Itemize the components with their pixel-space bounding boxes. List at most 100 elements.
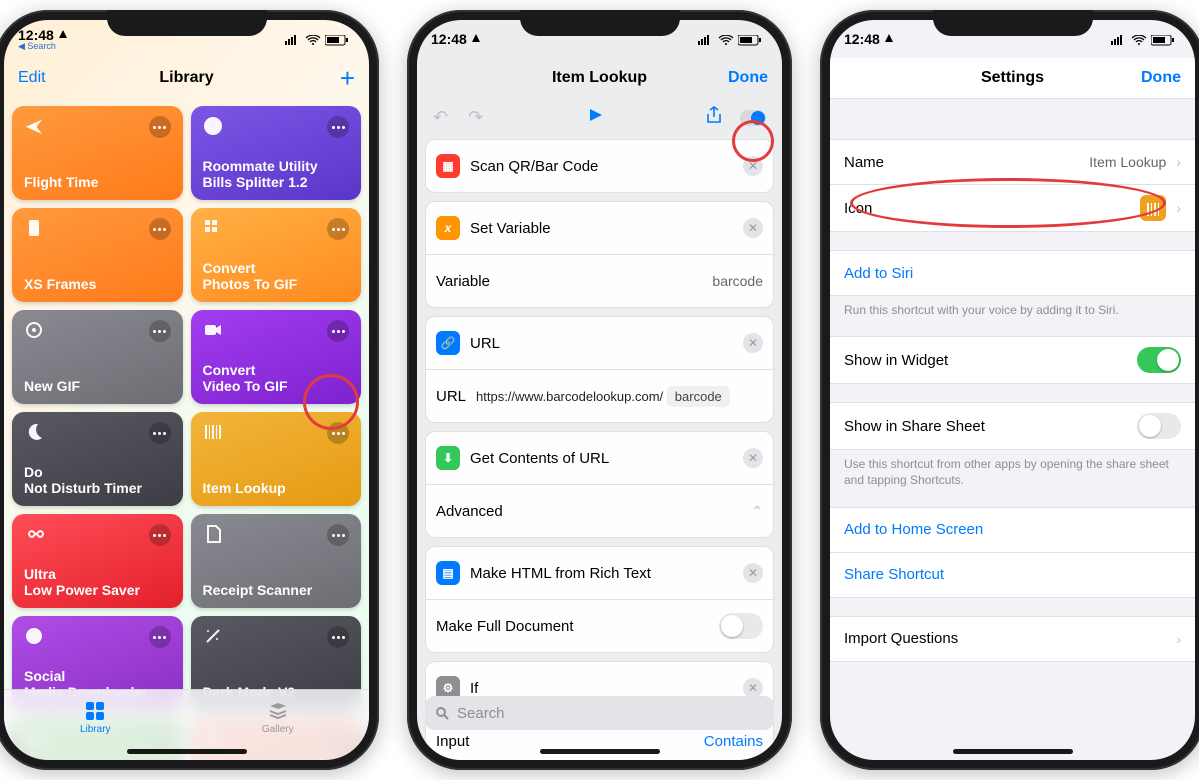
row-value: Item Lookup — [1089, 154, 1166, 170]
row-label: Show in Share Sheet — [844, 418, 1127, 435]
phone-icon — [24, 218, 44, 238]
search-placeholder: Search — [457, 705, 505, 722]
tile-label: Item Lookup — [203, 480, 350, 496]
doc-icon — [203, 524, 223, 544]
done-button[interactable]: Done — [1141, 69, 1181, 87]
dollar-icon — [203, 116, 223, 136]
advanced-row[interactable]: Advanced — [436, 503, 741, 520]
variable-pill[interactable]: barcode — [667, 386, 730, 407]
delete-action-button[interactable]: ✕ — [743, 333, 763, 353]
tile-options-button[interactable] — [327, 524, 349, 546]
grid-icon — [203, 218, 223, 238]
delete-action-button[interactable]: ✕ — [743, 218, 763, 238]
action-list: ▦ Scan QR/Bar Code ✕ x Set Variable ✕ Va… — [417, 139, 782, 760]
tile-label: Flight Time — [24, 174, 171, 190]
add-to-siri-row[interactable]: Add to Siri — [830, 251, 1195, 295]
group-import: Import Questions › — [830, 616, 1195, 662]
shortcut-tile[interactable]: Ultra Low Power Saver — [12, 514, 183, 608]
tile-options-button[interactable] — [149, 626, 171, 648]
action-make-html[interactable]: ▤ Make HTML from Rich Text ✕ Make Full D… — [425, 546, 774, 653]
action-url[interactable]: 🔗 URL ✕ URL https://www.barcodelookup.co… — [425, 316, 774, 423]
action-set-variable[interactable]: x Set Variable ✕ Variable barcode — [425, 201, 774, 308]
chevron-right-icon: › — [1176, 631, 1181, 647]
video-icon — [203, 320, 223, 340]
group-footer: Use this shortcut from other apps by ope… — [830, 450, 1195, 488]
edit-button[interactable]: Edit — [18, 69, 46, 87]
delete-action-button[interactable]: ✕ — [743, 156, 763, 176]
icon-row[interactable]: Icon › — [830, 184, 1195, 231]
tile-options-button[interactable] — [149, 116, 171, 138]
row-label: Icon — [844, 200, 1130, 217]
navbar: Item Lookup Done — [417, 58, 782, 98]
breadcrumb-back[interactable]: ◀ Search — [18, 42, 68, 51]
moon-icon — [24, 422, 44, 442]
redo-button[interactable]: ↷ — [468, 107, 483, 128]
tile-options-button[interactable] — [149, 524, 171, 546]
url-value[interactable]: https://www.barcodelookup.com/ barcode — [476, 389, 763, 404]
action-title: If — [470, 680, 733, 697]
infinity-icon — [24, 524, 44, 544]
widget-toggle[interactable] — [1137, 347, 1181, 373]
barcode-icon — [203, 422, 223, 442]
tile-options-button[interactable] — [149, 422, 171, 444]
done-button[interactable]: Done — [728, 69, 768, 87]
row-label: Name — [844, 154, 1079, 171]
add-to-homescreen-row[interactable]: Add to Home Screen — [830, 508, 1195, 552]
shortcut-tile[interactable]: Flight Time — [12, 106, 183, 200]
delete-action-button[interactable]: ✕ — [743, 678, 763, 698]
tile-options-button[interactable] — [149, 320, 171, 342]
tile-options-button[interactable] — [327, 116, 349, 138]
add-button[interactable]: + — [340, 65, 355, 91]
shortcut-tile[interactable]: New GIF — [12, 310, 183, 404]
shortcut-tile[interactable]: Convert Photos To GIF — [191, 208, 362, 302]
shortcut-tile[interactable]: XS Frames — [12, 208, 183, 302]
row-label: Show in Widget — [844, 352, 1127, 369]
action-scan-qr[interactable]: ▦ Scan QR/Bar Code ✕ — [425, 139, 774, 193]
group-sharesheet: Show in Share Sheet — [830, 402, 1195, 450]
field-label: Make Full Document — [436, 618, 709, 635]
shortcut-tile[interactable]: Convert Video To GIF — [191, 310, 362, 404]
row-label: Share Shortcut — [844, 566, 944, 583]
tile-label: Do Not Disturb Timer — [24, 464, 171, 496]
navbar: Edit Library + — [4, 58, 369, 98]
sharesheet-toggle[interactable] — [1137, 413, 1181, 439]
tile-options-button[interactable] — [149, 218, 171, 240]
qr-icon: ▦ — [436, 154, 460, 178]
import-questions-row[interactable]: Import Questions › — [830, 617, 1195, 661]
tile-options-button[interactable] — [327, 626, 349, 648]
shortcut-tile[interactable]: Receipt Scanner — [191, 514, 362, 608]
name-row[interactable]: Name Item Lookup › — [830, 140, 1195, 184]
chevron-right-icon: › — [1176, 154, 1181, 170]
field-value[interactable]: barcode — [712, 273, 763, 289]
navbar: Settings Done — [830, 58, 1195, 99]
page-title: Library — [4, 69, 369, 87]
shortcut-tile[interactable]: Item Lookup — [191, 412, 362, 506]
action-title: URL — [470, 335, 733, 352]
undo-button[interactable]: ↶ — [433, 107, 448, 128]
delete-action-button[interactable]: ✕ — [743, 448, 763, 468]
action-get-contents[interactable]: ⬇ Get Contents of URL ✕ Advanced ⌃ — [425, 431, 774, 538]
full-document-toggle[interactable] — [719, 613, 763, 639]
shortcut-tile[interactable]: Roommate Utility Bills Splitter 1.2 — [191, 106, 362, 200]
phone-editor: 12:48 Item Lookup Done ↶↷ ▦ — [407, 10, 792, 770]
tile-label: Ultra Low Power Saver — [24, 566, 171, 598]
share-shortcut-row[interactable]: Share Shortcut — [830, 552, 1195, 597]
share-button[interactable] — [706, 106, 722, 129]
action-title: Scan QR/Bar Code — [470, 158, 733, 175]
show-in-widget-row[interactable]: Show in Widget — [830, 337, 1195, 383]
run-button[interactable] — [587, 107, 603, 128]
field-value[interactable]: Contains — [704, 733, 763, 750]
tile-options-button[interactable] — [327, 320, 349, 342]
tile-options-button[interactable] — [327, 422, 349, 444]
search-input[interactable]: Search — [425, 696, 774, 730]
show-in-sharesheet-row[interactable]: Show in Share Sheet — [830, 403, 1195, 449]
shortcut-grid: Flight Time Roommate Utility Bills Splitt… — [4, 98, 369, 760]
status-time: 12:48 — [18, 28, 54, 42]
delete-action-button[interactable]: ✕ — [743, 563, 763, 583]
tile-options-button[interactable] — [327, 218, 349, 240]
chevdown-icon — [24, 626, 44, 646]
settings-toggle-icon[interactable] — [740, 110, 766, 126]
shortcut-tile[interactable]: Do Not Disturb Timer — [12, 412, 183, 506]
group-identity: Name Item Lookup › Icon › — [830, 139, 1195, 232]
tile-label: Convert Video To GIF — [203, 362, 350, 394]
